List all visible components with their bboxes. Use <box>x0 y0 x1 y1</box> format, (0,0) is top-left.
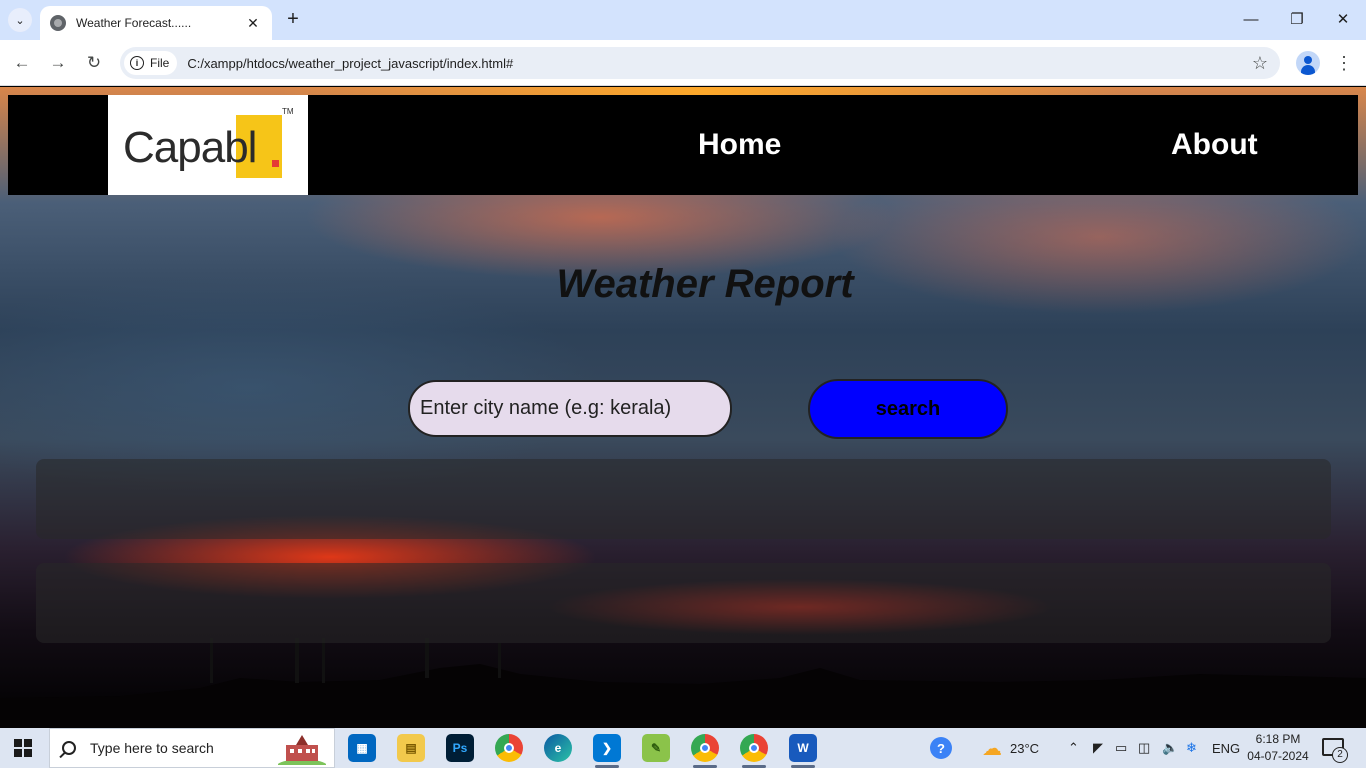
school-building-icon <box>278 735 326 765</box>
device-icon[interactable]: ◫ <box>1138 728 1150 768</box>
file-explorer-icon[interactable]: ▤ <box>397 734 425 762</box>
help-icon[interactable]: ? <box>930 728 952 768</box>
cloudy-weather-icon: ☁ <box>982 737 1002 760</box>
nav-about-link[interactable]: About <box>1171 128 1258 162</box>
bookmark-star-icon[interactable]: ☆ <box>1252 53 1268 74</box>
more-menu-icon[interactable]: ⋮ <box>1334 51 1354 75</box>
back-arrow-icon[interactable]: ← <box>10 51 34 75</box>
word-icon[interactable]: W <box>789 734 817 768</box>
page-viewport: Capabl TM Home About Weather Report sear… <box>0 87 1366 728</box>
notepad-plus-plus-icon[interactable]: ✎ <box>642 734 670 762</box>
weather-widget[interactable]: ☁ 23°C <box>982 728 1039 768</box>
logo-trademark: TM <box>282 107 294 116</box>
photoshop-icon[interactable]: Ps <box>446 734 474 762</box>
logo-text: Capabl <box>123 123 257 172</box>
weather-temperature: 23°C <box>1010 740 1040 756</box>
minimize-icon[interactable]: — <box>1239 8 1263 32</box>
clock-time: 6:18 PM <box>1255 732 1301 746</box>
info-icon: i <box>130 56 144 70</box>
new-tab-button[interactable]: + <box>282 8 304 32</box>
reload-icon[interactable]: ↻ <box>82 51 106 75</box>
chrome-icon[interactable] <box>495 734 523 762</box>
search-button[interactable]: search <box>808 379 1008 439</box>
capabl-logo[interactable]: Capabl TM <box>108 95 308 195</box>
scheme-label: File <box>150 56 170 70</box>
taskbar-search-box[interactable]: Type here to search <box>49 728 335 768</box>
chrome-profile-icon[interactable] <box>691 734 719 768</box>
microsoft-store-icon[interactable]: ▦ <box>348 734 376 762</box>
site-navbar: Capabl TM Home About <box>8 95 1358 195</box>
snowflake-app-icon[interactable]: ❄ <box>1186 728 1197 768</box>
search-icon <box>62 741 76 755</box>
city-search-input[interactable] <box>408 380 732 437</box>
restore-icon[interactable]: ❐ <box>1285 8 1309 32</box>
notification-count-badge: 2 <box>1332 747 1348 763</box>
show-hidden-icons-chevron-icon[interactable]: ⌃ <box>1068 728 1079 768</box>
address-bar[interactable]: i File C:/xampp/htdocs/weather_project_j… <box>120 47 1280 79</box>
globe-icon <box>50 15 66 31</box>
chrome-active-icon[interactable] <box>740 734 768 768</box>
tab-search-button[interactable]: ⌄ <box>8 8 32 32</box>
tab-title: Weather Forecast...... <box>76 16 192 30</box>
network-icon[interactable]: ◤ <box>1093 728 1103 768</box>
city-skyline-silhouette <box>0 638 1366 728</box>
nav-home-link[interactable]: Home <box>698 128 781 162</box>
forward-arrow-icon[interactable]: → <box>46 51 70 75</box>
windows-taskbar: Type here to search ▦ ▤ Ps e ❯ ✎ W ? ☁ 2… <box>0 728 1366 768</box>
edge-icon[interactable]: e <box>544 734 572 762</box>
browser-tab-strip: ⌄ Weather Forecast...... ✕ + — ❐ ✕ <box>0 0 1366 40</box>
weather-result-panel <box>36 459 1331 539</box>
page-title: Weather Report <box>556 262 854 306</box>
language-indicator[interactable]: ENG <box>1212 728 1240 768</box>
site-info-chip[interactable]: i File <box>124 51 178 75</box>
close-icon[interactable]: ✕ <box>244 15 262 32</box>
windows-start-icon[interactable] <box>14 739 32 757</box>
chevron-down-icon: ⌄ <box>15 14 25 27</box>
url-text[interactable]: C:/xampp/htdocs/weather_project_javascri… <box>187 56 1252 71</box>
taskbar-clock[interactable]: 6:18 PM 04-07-2024 <box>1246 731 1310 765</box>
browser-toolbar: ← → ↻ i File C:/xampp/htdocs/weather_pro… <box>0 40 1366 86</box>
battery-icon[interactable]: ▭ <box>1115 728 1127 768</box>
clock-date: 04-07-2024 <box>1247 749 1309 763</box>
profile-avatar-icon[interactable] <box>1296 51 1320 75</box>
vscode-icon[interactable]: ❯ <box>593 734 621 768</box>
close-window-icon[interactable]: ✕ <box>1331 8 1355 32</box>
weather-details-panel <box>36 563 1331 643</box>
browser-tab[interactable]: Weather Forecast...... ✕ <box>40 6 272 40</box>
volume-icon[interactable]: 🔈 <box>1162 728 1178 768</box>
taskbar-search-placeholder: Type here to search <box>90 740 214 756</box>
